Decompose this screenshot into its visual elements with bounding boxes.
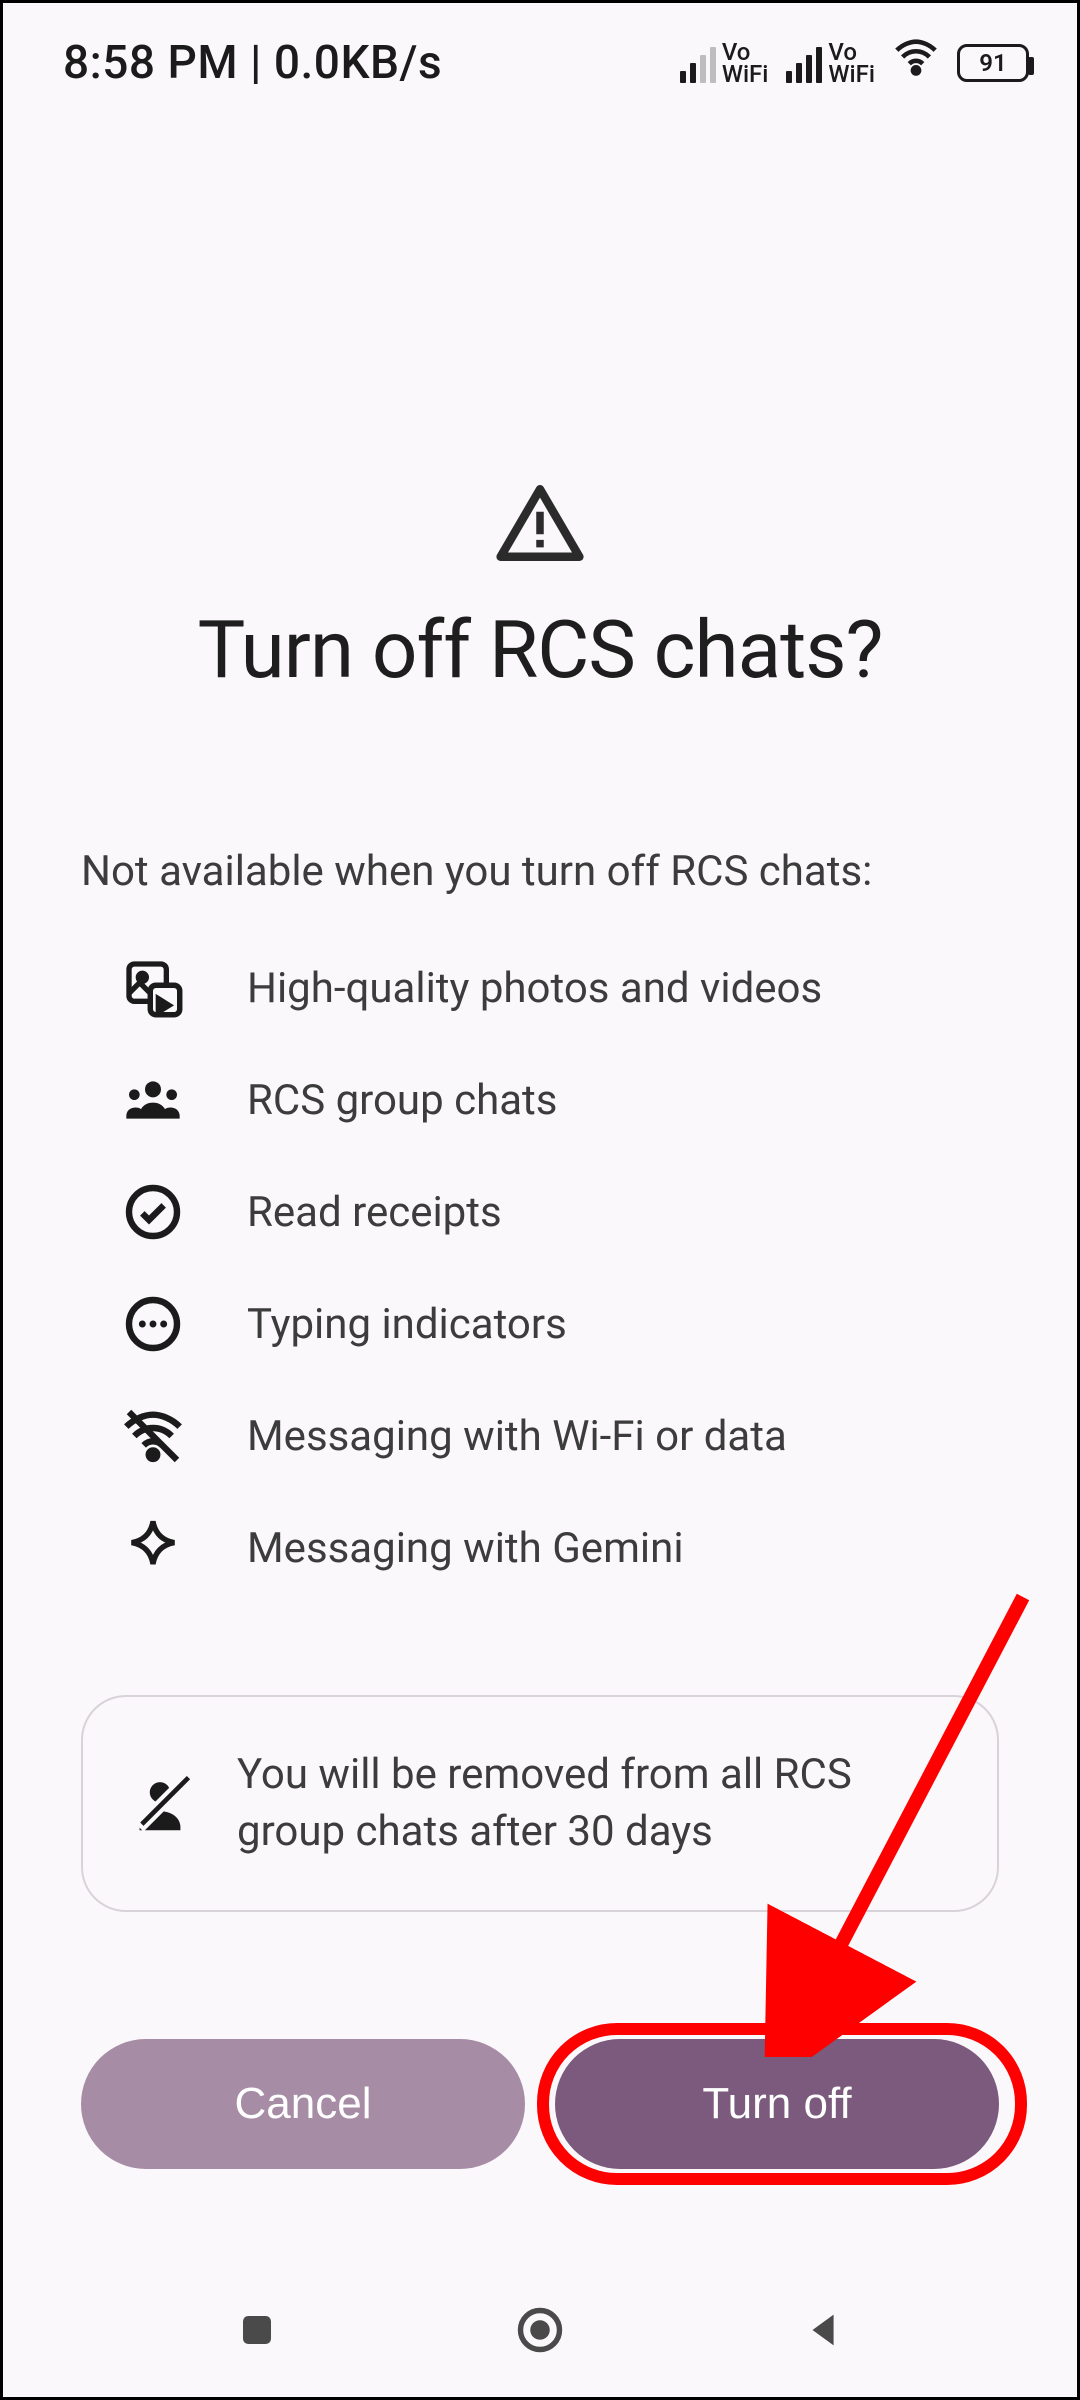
signal-sim1: Vo WiFi: [680, 41, 769, 85]
person-off-icon: [125, 1769, 195, 1839]
nav-recents-button[interactable]: [227, 2300, 287, 2360]
dialog-title: Turn off RCS chats?: [81, 603, 999, 697]
feature-item-wifi-data: Messaging with Wi-Fi or data: [121, 1404, 999, 1468]
group-icon: [121, 1068, 185, 1132]
vowifi-label-1: Vo WiFi: [722, 41, 769, 85]
signal-bars-icon: [786, 43, 822, 83]
battery-level: 91: [979, 49, 1006, 77]
feature-label: RCS group chats: [247, 1076, 557, 1125]
vowifi-bot: WiFi: [722, 63, 769, 85]
status-time-net: 8:58 PM | 0.0KB/s: [63, 36, 442, 90]
dialog-actions: Cancel Turn off: [81, 2039, 999, 2169]
vowifi-bot: WiFi: [828, 63, 875, 85]
status-bar: 8:58 PM | 0.0KB/s Vo WiFi Vo WiFi 91: [3, 3, 1077, 123]
wifi-off-icon: [121, 1404, 185, 1468]
feature-label: Messaging with Wi-Fi or data: [247, 1412, 787, 1461]
cancel-button[interactable]: Cancel: [81, 2039, 525, 2169]
feature-label: High-quality photos and videos: [247, 964, 822, 1013]
vowifi-label-2: Vo WiFi: [828, 41, 875, 85]
feature-label: Typing indicators: [247, 1300, 567, 1349]
system-nav-bar: [3, 2262, 1077, 2397]
dialog-intro: Not available when you turn off RCS chat…: [81, 847, 999, 896]
feature-item-group: RCS group chats: [121, 1068, 999, 1132]
feature-label: Messaging with Gemini: [247, 1524, 684, 1573]
turn-off-button[interactable]: Turn off: [555, 2039, 999, 2169]
media-icon: [121, 956, 185, 1020]
feature-label: Read receipts: [247, 1188, 502, 1237]
signal-sim2: Vo WiFi: [786, 41, 875, 85]
feature-list: High-quality photos and videos RCS group…: [81, 956, 999, 1580]
sparkle-icon: [121, 1516, 185, 1580]
battery-icon: 91: [957, 44, 1029, 82]
wifi-icon: [893, 34, 939, 92]
feature-item-media: High-quality photos and videos: [121, 956, 999, 1020]
signal-bars-icon: [680, 43, 716, 83]
turn-off-rcs-dialog: Turn off RCS chats? Not available when y…: [3, 483, 1077, 1912]
removal-note: You will be removed from all RCS group c…: [81, 1695, 999, 1912]
note-text: You will be removed from all RCS group c…: [237, 1747, 955, 1860]
typing-icon: [121, 1292, 185, 1356]
feature-item-gemini: Messaging with Gemini: [121, 1516, 999, 1580]
warning-icon: [81, 483, 999, 563]
feature-item-receipts: Read receipts: [121, 1180, 999, 1244]
status-right: Vo WiFi Vo WiFi 91: [680, 34, 1029, 92]
nav-home-button[interactable]: [510, 2300, 570, 2360]
check-circle-icon: [121, 1180, 185, 1244]
feature-item-typing: Typing indicators: [121, 1292, 999, 1356]
nav-back-button[interactable]: [794, 2300, 854, 2360]
